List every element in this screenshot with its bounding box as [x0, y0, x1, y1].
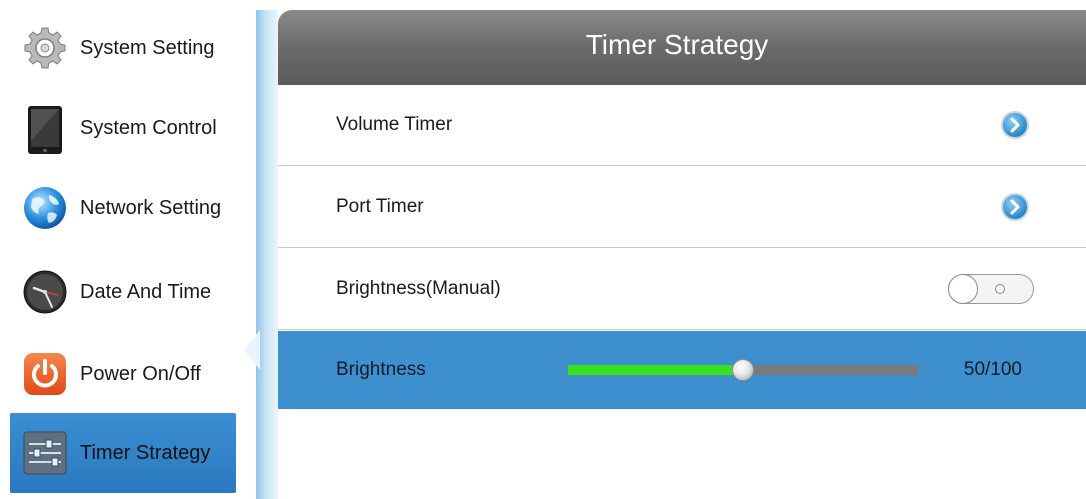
clock-icon: [22, 269, 68, 315]
sidebar-item-power-on-off[interactable]: Power On/Off: [10, 334, 236, 414]
slider-fill: [568, 364, 743, 375]
active-pointer: [244, 330, 260, 370]
slider-thumb[interactable]: [732, 358, 754, 381]
sidebar-item-network-setting[interactable]: Network Setting: [10, 168, 236, 248]
sidebar-item-system-setting[interactable]: System Setting: [10, 8, 236, 88]
brightness-slider[interactable]: [568, 358, 918, 381]
power-icon: [22, 351, 68, 397]
chevron-right-icon[interactable]: [1000, 110, 1030, 140]
row-label: Brightness: [336, 358, 426, 380]
sidebar-item-label: System Control: [80, 116, 217, 139]
panel-header: Timer Strategy: [278, 10, 1086, 85]
sidebar-item-label: Power On/Off: [80, 362, 201, 385]
settings-panel: Timer Strategy Volume Timer Port Timer B…: [278, 10, 1086, 499]
row-label: Volume Timer: [336, 114, 453, 135]
sidebar-item-date-and-time[interactable]: Date And Time: [10, 252, 236, 332]
port-timer-row[interactable]: Port Timer: [278, 167, 1086, 248]
brightness-manual-row[interactable]: Brightness(Manual): [278, 249, 1086, 330]
sliders-icon: [22, 430, 68, 476]
tablet-icon: [22, 105, 68, 154]
toggle-knob: [948, 274, 978, 304]
brightness-manual-toggle[interactable]: [948, 274, 1034, 304]
sidebar-item-system-control[interactable]: System Control: [10, 88, 236, 168]
volume-timer-row[interactable]: Volume Timer: [278, 85, 1086, 166]
sidebar-divider: [256, 10, 278, 499]
sidebar-item-label: Network Setting: [80, 196, 222, 219]
row-label: Port Timer: [336, 196, 424, 217]
brightness-row[interactable]: Brightness 50/100: [278, 331, 1086, 409]
sidebar: System Setting System Control Network Se…: [0, 0, 256, 499]
page-title: Timer Strategy: [585, 28, 769, 60]
sidebar-item-label: Timer Strategy: [80, 441, 211, 464]
row-label: Brightness(Manual): [336, 278, 501, 299]
sidebar-item-timer-strategy[interactable]: Timer Strategy: [10, 413, 236, 493]
gear-icon: [22, 25, 68, 71]
toggle-off-indicator: [995, 284, 1005, 294]
brightness-value: 50/100: [963, 358, 1022, 380]
globe-icon: [22, 185, 68, 231]
chevron-right-icon[interactable]: [1000, 192, 1030, 222]
sidebar-item-label: System Setting: [80, 36, 215, 59]
sidebar-item-label: Date And Time: [80, 280, 212, 303]
